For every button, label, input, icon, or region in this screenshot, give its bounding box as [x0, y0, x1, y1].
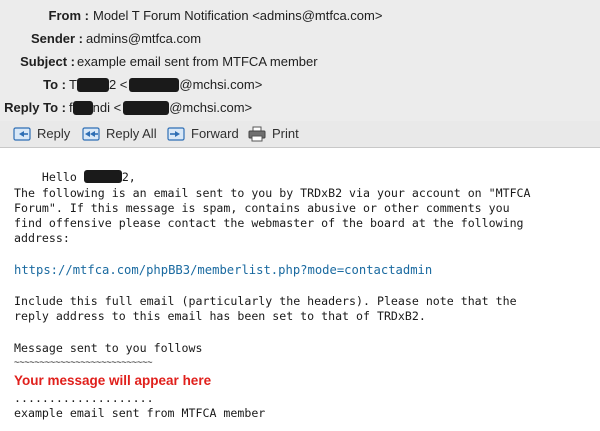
sender-value[interactable]: admins@mtfca.com — [86, 28, 201, 49]
contact-admin-link[interactable]: https://mtfca.com/phpBB3/memberlist.php?… — [14, 263, 432, 278]
message-toolbar: Reply Reply All Forward Print — [0, 121, 600, 148]
message-body: Hello 2, The following is an email sent … — [0, 148, 600, 431]
reply-all-label: Reply All — [106, 126, 157, 141]
greeting-start: Hello — [41, 170, 84, 185]
forward-icon — [167, 127, 185, 141]
para1-line-3: find offensive please contact the webmas… — [14, 216, 524, 230]
header-from: From : Model T Forum Notification <admin… — [0, 5, 600, 26]
message-follows-text: Message sent to you follows — [14, 341, 203, 355]
redacted-name — [72, 100, 93, 115]
reply-to-name-end: ndi — [92, 100, 110, 115]
reply-to-value[interactable]: f ndi < @mchsi.com> — [69, 97, 252, 118]
to-domain: @mchsi.com> — [179, 77, 263, 92]
from-value[interactable]: Model T Forum Notification <admins@mtfca… — [93, 5, 382, 26]
header-reply-to: Reply To : f ndi < @mchsi.com> — [0, 97, 600, 118]
reply-all-button[interactable]: Reply All — [82, 125, 157, 143]
redacted-email-user — [129, 77, 180, 92]
forward-button[interactable]: Forward — [167, 125, 239, 143]
message-text: example email sent from MTFCA member — [14, 406, 266, 420]
greeting-end: 2, — [121, 170, 136, 185]
redacted-name — [76, 77, 109, 92]
from-label: From : — [48, 8, 89, 23]
dot-divider: .................... — [14, 391, 154, 405]
to-name-start: T — [69, 77, 77, 92]
para2-line-2: reply address to this email has been set… — [14, 309, 426, 323]
reply-icon — [13, 127, 31, 141]
print-button[interactable]: Print — [248, 125, 299, 143]
header-to: To : T2 < @mchsi.com> — [0, 74, 600, 95]
redacted-name — [83, 170, 122, 184]
para1-line-4: address: — [14, 231, 70, 245]
to-open-bracket: < — [116, 77, 128, 92]
printer-icon — [248, 126, 266, 142]
sender-label: Sender : — [30, 31, 83, 46]
print-label: Print — [272, 126, 299, 141]
para1-line-1: The following is an email sent to you by… — [14, 186, 531, 200]
header-subject: Subject : example email sent from MTFCA … — [0, 51, 600, 72]
reply-to-open-bracket: < — [109, 100, 122, 115]
reply-button[interactable]: Reply — [13, 125, 70, 143]
to-value[interactable]: T2 < @mchsi.com> — [69, 74, 262, 95]
forward-label: Forward — [191, 126, 239, 141]
message-placeholder-note: Your message will appear here — [14, 373, 212, 388]
reply-to-domain: @mchsi.com> — [169, 100, 253, 115]
message-headers: From : Model T Forum Notification <admin… — [0, 0, 600, 121]
subject-value: example email sent from MTFCA member — [77, 54, 318, 69]
redacted-email-user — [123, 100, 170, 115]
tilde-divider: ~~~~~~~~~~~~~~~~~~~~~~~~~~~ — [14, 358, 153, 368]
subject-label: Subject : — [20, 54, 75, 69]
para2-line-1: Include this full email (particularly th… — [14, 294, 517, 308]
header-sender: Sender : admins@mtfca.com — [0, 28, 600, 49]
reply-all-icon — [82, 127, 100, 141]
reply-to-label: Reply To : — [4, 100, 66, 115]
to-label: To : — [43, 77, 66, 92]
reply-label: Reply — [37, 126, 71, 141]
para1-line-2: Forum". If this message is spam, contain… — [14, 201, 510, 215]
